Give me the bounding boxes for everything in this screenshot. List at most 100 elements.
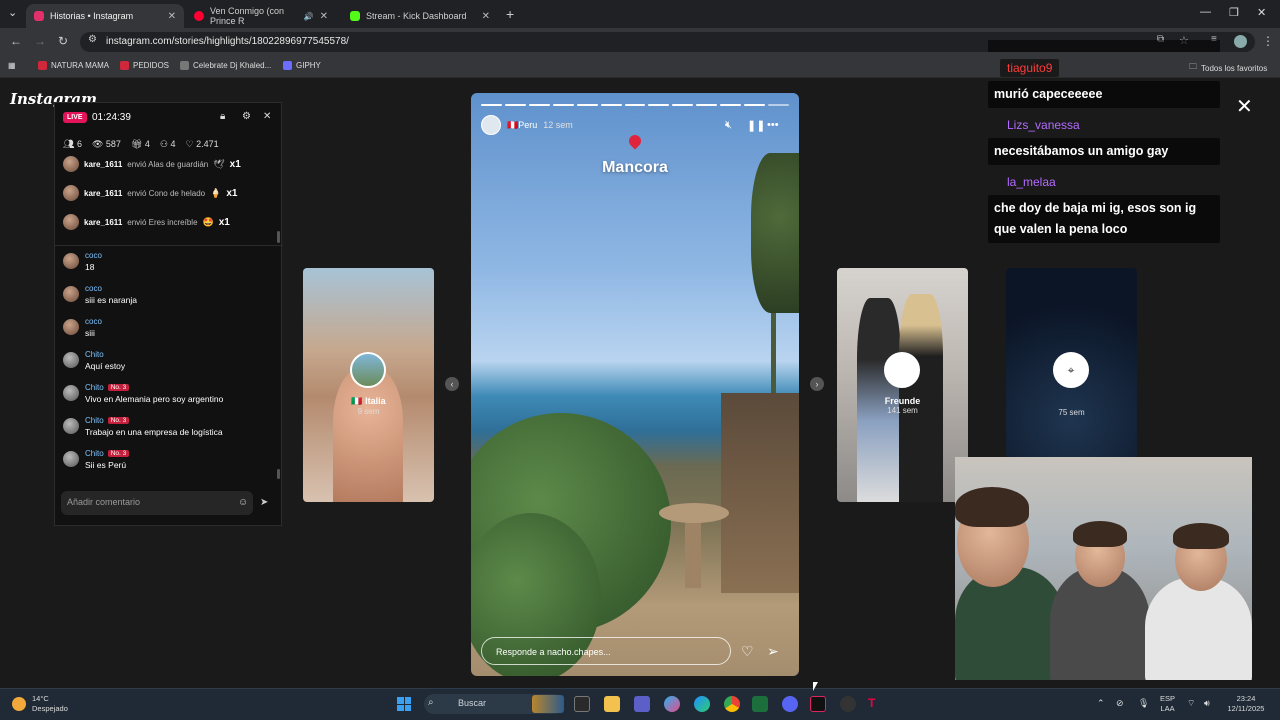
person-hair bbox=[1173, 523, 1229, 549]
close-tab-icon[interactable]: ✕ bbox=[168, 11, 176, 22]
chrome-icon[interactable] bbox=[724, 696, 740, 712]
restore-icon[interactable]: ❐ bbox=[1229, 6, 1239, 19]
discord-icon[interactable] bbox=[782, 696, 798, 712]
excel-icon[interactable] bbox=[752, 696, 768, 712]
back-icon[interactable]: ← bbox=[10, 34, 22, 48]
all-favorites-label: Todos los favoritos bbox=[1201, 63, 1268, 73]
comment-item: coco 18 bbox=[63, 251, 102, 272]
tiktok-icon[interactable] bbox=[810, 696, 826, 712]
windows-start-icon[interactable] bbox=[397, 697, 411, 711]
comment-input[interactable]: Añadir comentario bbox=[61, 491, 253, 515]
bookmark-natura-mama[interactable]: NATURA MAMA bbox=[38, 61, 109, 70]
clock[interactable]: 23:24 12/11/2025 bbox=[1222, 694, 1270, 714]
stat-gifts: 🎁︎ 4 bbox=[130, 139, 150, 149]
settings-gear-icon[interactable]: ⚙ bbox=[242, 111, 251, 122]
tab-youtube-music[interactable]: Ven Conmigo (con Prince R 🔊 ✕ bbox=[186, 4, 336, 28]
tab-kick-dashboard[interactable]: Stream - Kick Dashboard ✕ bbox=[342, 4, 498, 28]
people-icon: 👥︎ bbox=[63, 139, 75, 149]
task-view-icon[interactable] bbox=[574, 696, 590, 712]
reply-input[interactable]: Responde a nacho.chapes... bbox=[481, 637, 731, 665]
menu-icon[interactable]: ⋮ bbox=[1262, 34, 1274, 48]
live-duration: 01:24:39 bbox=[92, 112, 131, 123]
bookmark-celebrate[interactable]: Celebrate Dj Khaled... bbox=[180, 61, 271, 70]
file-explorer-icon[interactable] bbox=[604, 696, 620, 712]
reply-placeholder: Responde a nacho.chapes... bbox=[496, 647, 611, 657]
story-age: 12 sem bbox=[543, 120, 573, 130]
language-indicator[interactable]: ESP LAA bbox=[1160, 694, 1175, 714]
edge-icon[interactable] bbox=[694, 696, 710, 712]
obs-icon[interactable] bbox=[840, 696, 856, 712]
site-info-icon[interactable]: ⚙ bbox=[88, 34, 97, 45]
person-body bbox=[1145, 577, 1252, 680]
close-panel-icon[interactable]: ✕ bbox=[263, 111, 271, 122]
lock-icon[interactable]: 🔒︎ bbox=[220, 111, 225, 122]
story-viewer[interactable]: 🇵🇪Peru 12 sem 🔇︎ ❚❚ ••• Mancora Responde… bbox=[471, 93, 799, 676]
text-app-icon[interactable]: T bbox=[868, 696, 884, 712]
window-close-icon[interactable]: ✕ bbox=[1257, 6, 1266, 19]
gift-emoji-icon: 🍦 bbox=[210, 187, 222, 198]
share-send-icon[interactable]: ➢ bbox=[767, 643, 779, 660]
bookmark-giphy[interactable]: GIPHY bbox=[283, 61, 321, 70]
person-photo bbox=[333, 368, 403, 502]
location-sticker[interactable]: Mancora bbox=[471, 159, 799, 177]
chat-username: Lizs_vanessa bbox=[1000, 116, 1087, 134]
search-icon: ⌕ bbox=[428, 697, 434, 708]
copilot-icon[interactable] bbox=[664, 696, 680, 712]
comments-scrollbar[interactable] bbox=[277, 469, 280, 479]
apps-grid-icon[interactable]: ▦ bbox=[8, 61, 16, 70]
screen: ⌄ Historias • Instagram ✕ Ven Conmigo (c… bbox=[0, 0, 1280, 720]
next-story-button[interactable]: › bbox=[810, 377, 824, 391]
bookmark-pedidos[interactable]: PEDIDOS bbox=[120, 61, 169, 70]
live-stats: 👥︎ 6 👁︎ 587 🎁︎ 4 ⚇ 4 ♡ 2.471 bbox=[63, 139, 219, 150]
bookmark-icon bbox=[283, 61, 292, 70]
weather-widget[interactable]: 14°C Despejado bbox=[12, 694, 68, 714]
gift-event: kare_1611 envió Eres increíble 🤩 x1 bbox=[63, 211, 230, 233]
all-favorites-folder[interactable]: 🗀 Todos los favoritos bbox=[1189, 61, 1267, 75]
reload-icon[interactable]: ↻ bbox=[58, 34, 68, 48]
previous-story-button[interactable]: ‹ bbox=[445, 377, 459, 391]
volume-icon[interactable]: 🔊︎ bbox=[1204, 698, 1210, 709]
minimize-icon[interactable]: — bbox=[1200, 6, 1211, 18]
highlight-card-freunde[interactable]: Freunde 141 sem bbox=[837, 268, 968, 502]
pause-icon[interactable]: ❚❚ bbox=[747, 119, 765, 132]
gifts-scrollbar[interactable] bbox=[277, 231, 280, 243]
microphone-icon[interactable]: 🎙︎ bbox=[1138, 698, 1149, 709]
highlight-card-italia[interactable]: 🇮🇹 Italia 9 sem bbox=[303, 268, 434, 502]
more-options-icon[interactable]: ••• bbox=[767, 119, 779, 131]
close-tab-icon[interactable]: ✕ bbox=[320, 11, 328, 22]
tab-instagram[interactable]: Historias • Instagram ✕ bbox=[26, 4, 184, 28]
live-panel: LIVE 01:24:39 🔒︎ ⚙ ✕ 👥︎ 6 👁︎ 587 🎁︎ 4 ⚇ … bbox=[54, 102, 283, 526]
tray-overflow-icon[interactable]: ⌃ bbox=[1097, 698, 1105, 709]
avatar bbox=[63, 286, 79, 302]
gift-icon: 🎁︎ bbox=[130, 139, 143, 149]
comment-item: Chito No. 3 Sii es Perú bbox=[63, 449, 130, 470]
speaker-icon[interactable]: 🔊 bbox=[304, 12, 314, 21]
search-highlight-icon[interactable] bbox=[532, 695, 564, 713]
close-story-icon[interactable]: ✕ bbox=[1236, 94, 1253, 119]
tab-search-icon[interactable]: ⌄ bbox=[8, 6, 17, 19]
avatar bbox=[63, 319, 79, 335]
stat-viewers: 👁︎ 587 bbox=[91, 139, 121, 149]
new-tab-button[interactable]: + bbox=[506, 6, 514, 22]
emoji-icon[interactable]: ☺ bbox=[238, 497, 248, 508]
network-icon[interactable]: ⌔ bbox=[1187, 698, 1195, 709]
story-author[interactable]: 🇵🇪Peru 12 sem bbox=[481, 115, 573, 135]
forward-icon[interactable]: → bbox=[34, 34, 46, 48]
send-icon[interactable]: ➤ bbox=[260, 497, 268, 508]
palm-leaves bbox=[751, 153, 799, 313]
url-text: instagram.com/stories/highlights/1802289… bbox=[106, 36, 349, 47]
avatar bbox=[63, 253, 79, 269]
no-disturb-icon[interactable]: ⊘ bbox=[1116, 698, 1124, 709]
profile-avatar[interactable] bbox=[1234, 35, 1247, 48]
close-tab-icon[interactable]: ✕ bbox=[482, 11, 490, 22]
teams-icon[interactable] bbox=[634, 696, 650, 712]
mute-icon[interactable]: 🔇︎ bbox=[725, 119, 732, 132]
person-hair bbox=[955, 487, 1029, 527]
highlight-card-travel[interactable]: ⌖ 75 sem bbox=[1006, 268, 1137, 458]
bookmark-label: NATURA MAMA bbox=[51, 61, 110, 70]
comment-item: coco siii es naranja bbox=[63, 284, 137, 305]
divider bbox=[55, 245, 283, 246]
location-pin-icon: ⌖ bbox=[1053, 352, 1089, 388]
highlight-label: Freunde 141 sem bbox=[884, 396, 921, 415]
like-heart-icon[interactable]: ♡ bbox=[741, 643, 754, 660]
